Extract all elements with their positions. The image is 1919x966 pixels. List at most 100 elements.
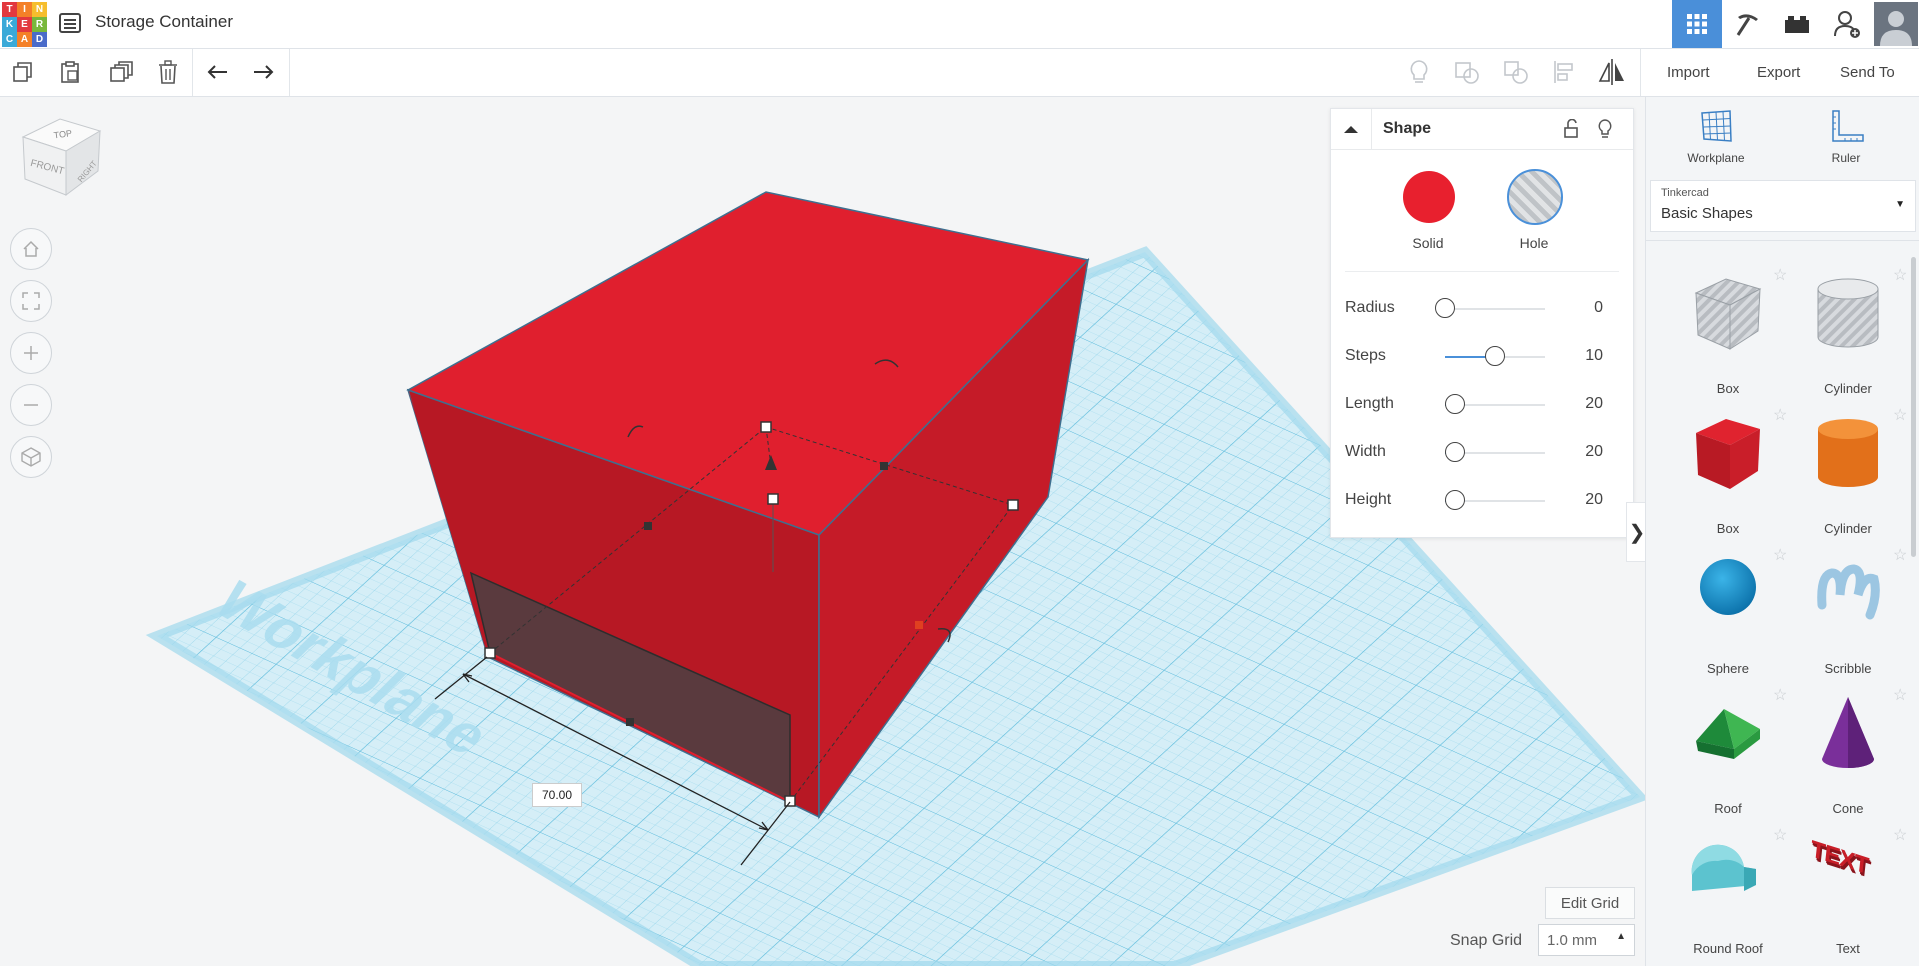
bulb-icon[interactable] (1597, 119, 1613, 144)
redo-icon[interactable] (248, 57, 278, 87)
workplane-tool[interactable]: Workplane (1676, 109, 1756, 171)
shape-item-text[interactable]: TEXT ☆ Text (1788, 825, 1908, 963)
ungroup-icon[interactable] (1501, 57, 1531, 87)
panel-toggle[interactable]: ❯ (1626, 502, 1647, 562)
panel-scrollbar[interactable] (1911, 257, 1916, 557)
shape-item-roof[interactable]: ☆ Roof (1668, 685, 1788, 823)
star-icon[interactable]: ☆ (1773, 545, 1787, 565)
star-icon[interactable]: ☆ (1773, 685, 1787, 705)
property-slider[interactable] (1445, 442, 1545, 462)
build-pickaxe-icon[interactable] (1722, 0, 1772, 48)
view-cube[interactable]: TOP FRONT RIGHT (18, 117, 108, 207)
logo-letter: T (2, 2, 17, 17)
edit-toolbar: Import Export Send To (0, 49, 1919, 97)
snap-grid-select[interactable]: 1.0 mm ▲ (1538, 924, 1635, 956)
solid-swatch (1403, 171, 1455, 223)
property-slider[interactable] (1445, 394, 1545, 414)
shape-label: Sphere (1707, 661, 1749, 676)
copy-icon[interactable] (8, 57, 38, 87)
star-icon[interactable]: ☆ (1893, 685, 1907, 705)
mirror-icon[interactable] (1597, 57, 1627, 87)
ruler-tool[interactable]: Ruler (1806, 109, 1886, 171)
star-icon[interactable]: ☆ (1893, 825, 1907, 845)
property-slider[interactable] (1445, 346, 1545, 366)
top-bar: T I N K E R C A D Storage Container (0, 0, 1919, 49)
dimension-label[interactable]: 70.00 (532, 783, 582, 807)
slider-knob[interactable] (1445, 490, 1465, 510)
hole-button[interactable]: Hole (1497, 169, 1571, 261)
property-row-length: Length 20 (1345, 391, 1615, 419)
property-value[interactable]: 20 (1585, 395, 1603, 413)
avatar[interactable] (1872, 0, 1919, 48)
inspector-title: Shape (1383, 120, 1432, 137)
perspective-icon[interactable] (10, 436, 52, 478)
library-select[interactable]: Tinkercad Basic Shapes ▼ (1650, 180, 1916, 232)
design-list-icon[interactable] (58, 12, 82, 34)
star-icon[interactable]: ☆ (1773, 405, 1787, 425)
property-value[interactable]: 0 (1594, 299, 1603, 317)
star-icon[interactable]: ☆ (1893, 265, 1907, 285)
zoom-in-icon[interactable] (10, 332, 52, 374)
property-value[interactable]: 10 (1585, 347, 1603, 365)
design-title[interactable]: Storage Container (95, 12, 233, 32)
lock-icon[interactable] (1563, 118, 1579, 144)
toolbar-divider (289, 49, 290, 96)
shape-label: Text (1836, 941, 1860, 956)
property-value[interactable]: 20 (1585, 443, 1603, 461)
undo-icon[interactable] (203, 57, 233, 87)
property-value[interactable]: 20 (1585, 491, 1603, 509)
text-icon: TEXT (1809, 835, 1870, 880)
chevron-down-icon: ▼ (1895, 199, 1905, 210)
edit-grid-button[interactable]: Edit Grid (1545, 887, 1635, 919)
slider-knob[interactable] (1445, 442, 1465, 462)
group-icon[interactable] (1452, 57, 1482, 87)
export-button[interactable]: Export (1747, 58, 1810, 86)
slider-knob[interactable] (1445, 394, 1465, 414)
logo-letter: D (32, 32, 47, 47)
logo-letter: A (17, 32, 32, 47)
import-button[interactable]: Import (1657, 58, 1720, 86)
shape-item-cone[interactable]: ☆ Cone (1788, 685, 1908, 823)
shape-item-cylinder-hole[interactable]: ☆ Cylinder (1788, 265, 1908, 403)
property-slider[interactable] (1445, 490, 1545, 510)
shape-item-box-hole[interactable]: ☆ Box (1668, 265, 1788, 403)
shape-item-scribble[interactable]: ☆ Scribble (1788, 545, 1908, 683)
shape-label: Roof (1714, 801, 1742, 816)
box-icon (1696, 419, 1760, 489)
duplicate-icon[interactable] (106, 57, 136, 87)
delete-icon[interactable] (153, 57, 183, 87)
fit-icon[interactable] (10, 280, 52, 322)
shape-item-box[interactable]: ☆ Box (1668, 405, 1788, 543)
align-icon[interactable] (1549, 57, 1579, 87)
star-icon[interactable]: ☆ (1893, 405, 1907, 425)
home-icon[interactable] (10, 228, 52, 270)
collapse-icon[interactable] (1331, 109, 1372, 149)
paste-icon[interactable] (55, 57, 85, 87)
hole-swatch (1507, 169, 1563, 225)
star-icon[interactable]: ☆ (1773, 265, 1787, 285)
send-to-button[interactable]: Send To (1830, 58, 1905, 86)
star-icon[interactable]: ☆ (1773, 825, 1787, 845)
slider-knob[interactable] (1435, 298, 1455, 318)
star-icon[interactable]: ☆ (1893, 545, 1907, 565)
shape-inspector: Shape Solid Hole Radius 0 Steps 10 Lengt… (1330, 108, 1634, 538)
zoom-out-icon[interactable] (10, 384, 52, 426)
divider (1345, 271, 1619, 272)
toolbar-divider (1640, 49, 1641, 96)
shape-item-sphere[interactable]: ☆ Sphere (1668, 545, 1788, 683)
bulb-icon[interactable] (1404, 57, 1434, 87)
shape-item-round-roof[interactable]: ☆ Round Roof (1668, 825, 1788, 963)
property-label: Height (1345, 491, 1392, 508)
tinkercad-logo[interactable]: T I N K E R C A D (2, 2, 47, 47)
add-user-icon[interactable] (1822, 0, 1872, 48)
grid-view-icon[interactable] (1672, 0, 1722, 48)
shape-item-cylinder[interactable]: ☆ Cylinder (1788, 405, 1908, 543)
slider-knob[interactable] (1485, 346, 1505, 366)
solid-button[interactable]: Solid (1391, 171, 1465, 261)
library-owner: Tinkercad (1661, 187, 1709, 199)
property-slider[interactable] (1435, 298, 1545, 318)
bricks-icon[interactable] (1772, 0, 1822, 48)
cone-icon (1822, 697, 1874, 768)
ruler-tool-label: Ruler (1831, 151, 1861, 165)
logo-letter: C (2, 32, 17, 47)
